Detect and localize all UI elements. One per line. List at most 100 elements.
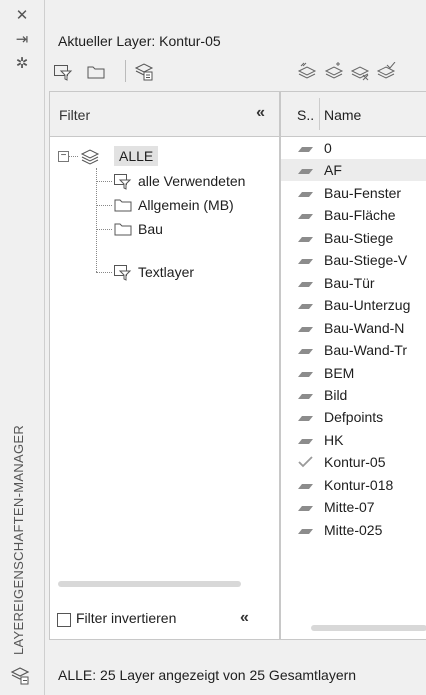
layer-name: Bild	[324, 386, 348, 403]
layer-status-icon	[298, 304, 313, 310]
filter-footer: Filter invertieren «	[49, 602, 278, 638]
invert-filter-checkbox[interactable]	[57, 613, 71, 627]
filter-horizontal-scrollbar[interactable]	[58, 581, 241, 587]
tree-node-used[interactable]: alle Verwendeten	[138, 172, 245, 190]
group-filter-icon	[114, 199, 132, 212]
layer-row[interactable]: Defpoints	[281, 406, 426, 428]
layer-status-icon	[298, 169, 313, 175]
layer-name: Defpoints	[324, 409, 384, 426]
delete-layer-icon[interactable]	[350, 62, 370, 82]
collapse-filter-icon[interactable]: «	[240, 609, 249, 627]
layer-name: Bau-Stiege	[324, 229, 394, 246]
layer-status-icon	[298, 191, 313, 197]
new-property-filter-icon[interactable]	[53, 62, 73, 82]
layer-row[interactable]: Bau-Wand-N	[281, 317, 426, 339]
layer-name: Bau-Tür	[324, 274, 375, 291]
filter-tree-header: Filter «	[50, 92, 279, 137]
tree-node-bau[interactable]: Bau	[138, 220, 163, 238]
set-current-icon[interactable]	[376, 62, 396, 82]
invert-filter-label[interactable]: Filter invertieren	[76, 610, 176, 626]
tree-connector	[96, 168, 97, 272]
layer-status-icon	[298, 281, 313, 287]
layer-row[interactable]: Bau-Wand-Tr	[281, 339, 426, 361]
properties-icon[interactable]: ✲	[0, 54, 44, 74]
column-header-name[interactable]: Name	[324, 107, 361, 123]
palette-title-text: LAYEREIGENSCHAFTEN-MANAGER	[11, 424, 26, 655]
layer-status-icon	[298, 438, 313, 444]
layer-status-icon	[298, 147, 313, 152]
filter-tree-panel: Filter « − ALLE alle Verwendeten Allgeme…	[49, 91, 280, 640]
layer-horizontal-scrollbar[interactable]	[311, 625, 426, 631]
layer-name: BEM	[324, 364, 355, 381]
layer-name: Mitte-025	[324, 521, 383, 538]
tree-node-all[interactable]: ALLE	[114, 146, 159, 166]
filter-heading: Filter	[59, 107, 91, 123]
tree-connector	[69, 156, 78, 157]
layer-row[interactable]: Bau-Stiege-V	[281, 249, 426, 271]
layer-row[interactable]: BEM	[281, 362, 426, 384]
layer-row[interactable]: Bau-Tür	[281, 272, 426, 294]
layer-row[interactable]: 0	[281, 137, 426, 159]
layer-row[interactable]: Kontur-05	[281, 451, 426, 473]
layer-name: Kontur-05	[324, 454, 386, 471]
property-filter-icon	[114, 265, 132, 281]
layer-name: Bau-Stiege-V	[324, 252, 408, 269]
layer-status-icon	[298, 371, 313, 377]
layer-row[interactable]: Kontur-018	[281, 474, 426, 496]
layer-row[interactable]: Bild	[281, 384, 426, 406]
layer-row[interactable]: Bau-Stiege	[281, 227, 426, 249]
group-filter-icon	[114, 223, 132, 236]
layer-status-icon	[298, 416, 313, 422]
layer-name: Bau-Unterzug	[324, 297, 411, 314]
new-layer-vp-frozen-icon[interactable]	[324, 62, 344, 82]
layer-name: Bau-Fläche	[324, 207, 396, 224]
layer-name: Mitte-07	[324, 499, 375, 516]
layer-name: Bau-Wand-Tr	[324, 342, 407, 359]
current-layer-label: Aktueller Layer: Kontur-05	[58, 33, 221, 49]
close-icon[interactable]: ✕	[0, 6, 44, 26]
tree-connector	[96, 272, 112, 273]
layer-name: Bau-Fenster	[324, 184, 402, 201]
layer-list-panel: S.. Name 0 AF Bau-Fenster Bau-Fläche Bau-Sti…	[280, 91, 426, 640]
layer-row[interactable]: Bau-Unterzug	[281, 294, 426, 316]
tree-node-textlayer[interactable]: Textlayer	[138, 263, 194, 281]
column-divider[interactable]	[319, 98, 320, 130]
new-group-filter-icon[interactable]	[86, 62, 106, 82]
layer-name: Bau-Wand-N	[324, 319, 405, 336]
tree-connector	[96, 229, 112, 230]
layer-status-icon	[298, 528, 313, 534]
layer-row[interactable]: HK	[281, 429, 426, 451]
layer-status-icon	[298, 506, 313, 512]
palette-title: LAYEREIGENSCHAFTEN-MANAGER	[6, 355, 26, 655]
layer-status-icon	[298, 483, 313, 489]
current-layer-check-icon	[298, 456, 313, 468]
column-header-status[interactable]: S..	[297, 107, 314, 123]
layer-list-header: S.. Name	[281, 92, 426, 137]
layer-status-icon	[298, 326, 313, 332]
layer-status-icon	[298, 214, 313, 220]
layer-states-manager-icon[interactable]	[134, 62, 154, 82]
tree-connector	[96, 205, 112, 206]
tree-connector	[96, 181, 112, 182]
new-layer-icon[interactable]	[297, 62, 317, 82]
layer-status-icon	[298, 393, 313, 399]
palette-rail: ✕ ⇥ ✲ LAYEREIGENSCHAFTEN-MANAGER	[0, 0, 45, 695]
collapse-tree-icon[interactable]: −	[58, 151, 69, 162]
layer-status-icon	[298, 236, 313, 242]
property-filter-icon	[114, 174, 132, 190]
layer-row[interactable]: Bau-Fenster	[281, 182, 426, 204]
layer-row[interactable]: Bau-Fläche	[281, 204, 426, 226]
layer-status-icon	[298, 349, 313, 355]
layer-row[interactable]: Mitte-025	[281, 519, 426, 541]
auto-hide-icon[interactable]: ⇥	[0, 30, 44, 50]
status-bar-text: ALLE: 25 Layer angezeigt von 25 Gesamtla…	[58, 667, 357, 683]
layer-manager-icon[interactable]	[10, 665, 30, 685]
tree-node-general[interactable]: Allgemein (MB)	[138, 196, 234, 214]
layer-row[interactable]: Mitte-07	[281, 496, 426, 518]
all-layers-icon	[80, 149, 100, 165]
layer-name: Kontur-018	[324, 476, 394, 493]
collapse-filter-icon[interactable]: «	[256, 104, 265, 122]
toolbar-separator	[125, 60, 126, 82]
layer-name: 0	[324, 140, 332, 156]
layer-row[interactable]: AF	[281, 159, 426, 182]
